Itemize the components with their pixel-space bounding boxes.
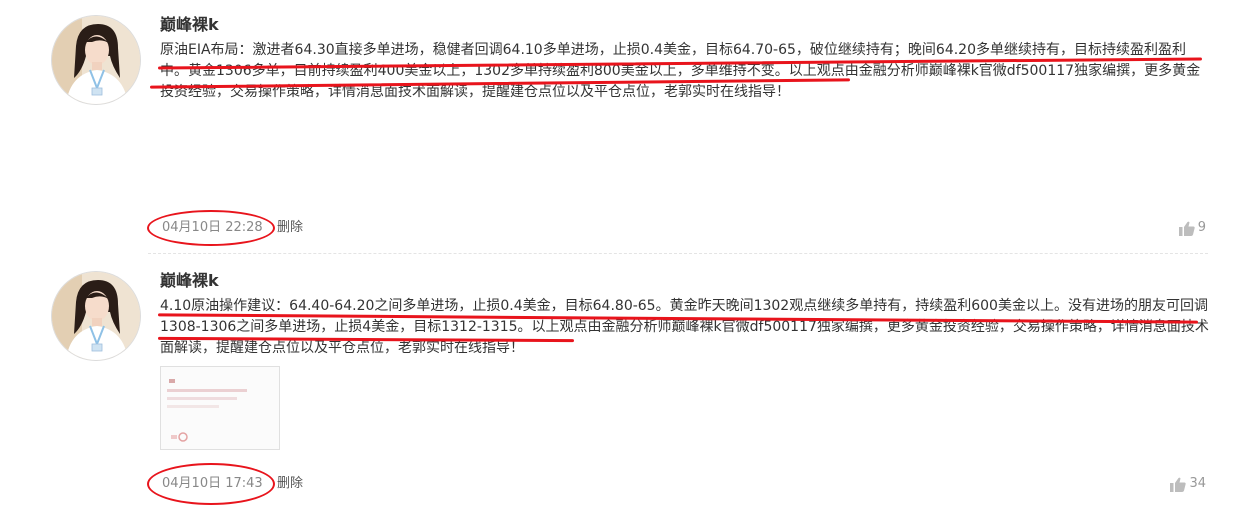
comment-divider [148,253,1208,254]
comment-item: 巅峰裸k 原油EIA布局：激进者64.30直接多单进场，稳健者回调64.10多单… [0,0,1236,254]
comment-item: 巅峰裸k 4.10原油操作建议：64.40-64.20之间多单进场，止损0.4美… [0,256,1236,506]
comment-text: 4.10原油操作建议：64.40-64.20之间多单进场，止损0.4美金，目标6… [160,298,1209,356]
avatar-portrait-icon [52,272,140,360]
delete-link[interactable]: 删除 [277,475,303,493]
avatar-portrait-icon [52,16,140,104]
avatar[interactable] [52,272,140,360]
avatar[interactable] [52,16,140,104]
like-button[interactable]: 9 [1178,219,1206,237]
author-name[interactable]: 巅峰裸k [160,14,219,36]
like-count: 9 [1197,220,1206,235]
comment-feed: 巅峰裸k 原油EIA布局：激进者64.30直接多单进场，稳健者回调64.10多单… [0,0,1236,506]
image-thumbnail-icon [161,367,279,449]
like-button[interactable]: 34 [1170,475,1206,493]
attached-image-thumbnail[interactable] [160,366,280,450]
thumbs-up-icon [1170,477,1187,492]
annotation-circle [147,463,275,505]
author-name[interactable]: 巅峰裸k [160,270,219,292]
comment-text: 原油EIA布局：激进者64.30直接多单进场，稳健者回调64.10多单进场，止损… [160,42,1201,100]
delete-link[interactable]: 删除 [277,219,303,237]
like-count: 34 [1189,476,1206,491]
annotation-circle [147,210,275,246]
thumbs-up-icon [1178,221,1195,236]
